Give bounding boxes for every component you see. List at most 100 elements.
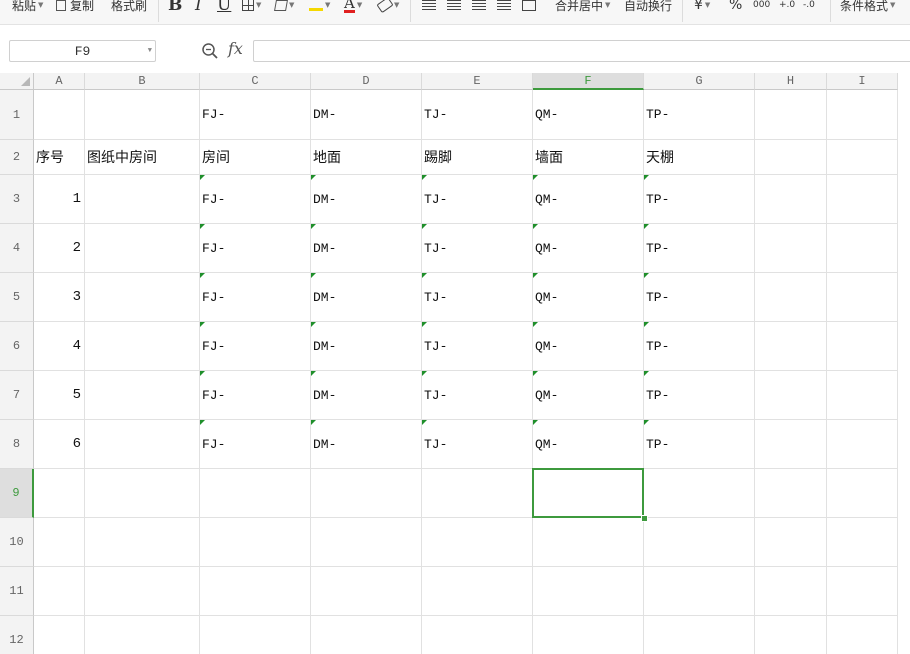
clear-button[interactable]: ▼	[376, 0, 399, 14]
fx-icon[interactable]: fx	[228, 39, 243, 58]
cell-e9[interactable]	[422, 469, 533, 518]
cell-g12[interactable]	[644, 616, 755, 654]
cell-a5[interactable]: 3	[34, 273, 85, 322]
cell-f6[interactable]: QM-	[533, 322, 644, 371]
cell-c10[interactable]	[200, 518, 311, 567]
cell-b2[interactable]: 图纸中房间	[85, 140, 200, 175]
cell-h5[interactable]	[755, 273, 827, 322]
cell-b4[interactable]	[85, 224, 200, 273]
cell-c1[interactable]: FJ-	[200, 90, 311, 140]
row-header-9[interactable]: 9	[0, 469, 34, 518]
percent-button[interactable]: %	[729, 0, 742, 14]
error-flag-icon[interactable]	[200, 322, 205, 327]
error-flag-icon[interactable]	[533, 371, 538, 376]
cell-f9[interactable]	[533, 469, 644, 518]
wrap-text-button[interactable]: 自动换行	[624, 0, 672, 14]
error-flag-icon[interactable]	[311, 273, 316, 278]
cell-h10[interactable]	[755, 518, 827, 567]
column-header-d[interactable]: D	[311, 73, 422, 90]
error-flag-icon[interactable]	[311, 322, 316, 327]
cell-f8[interactable]: QM-	[533, 420, 644, 469]
cell-a7[interactable]: 5	[34, 371, 85, 420]
cell-e10[interactable]	[422, 518, 533, 567]
cell-f11[interactable]	[533, 567, 644, 616]
cell-g11[interactable]	[644, 567, 755, 616]
column-header-i[interactable]: I	[827, 73, 898, 90]
row-header-7[interactable]: 7	[0, 371, 34, 420]
cell-c7[interactable]: FJ-	[200, 371, 311, 420]
error-flag-icon[interactable]	[422, 371, 427, 376]
cell-g8[interactable]: TP-	[644, 420, 755, 469]
cell-a4[interactable]: 2	[34, 224, 85, 273]
cell-f7[interactable]: QM-	[533, 371, 644, 420]
cell-b5[interactable]	[85, 273, 200, 322]
cell-c9[interactable]	[200, 469, 311, 518]
error-flag-icon[interactable]	[311, 224, 316, 229]
row-header-6[interactable]: 6	[0, 322, 34, 371]
cell-b11[interactable]	[85, 567, 200, 616]
decrease-decimal-button[interactable]: -.0	[803, 0, 815, 14]
cell-b3[interactable]	[85, 175, 200, 224]
error-flag-icon[interactable]	[200, 371, 205, 376]
justify-button[interactable]	[497, 0, 511, 14]
cell-i3[interactable]	[827, 175, 898, 224]
error-flag-icon[interactable]	[533, 175, 538, 180]
cell-g5[interactable]: TP-	[644, 273, 755, 322]
cell-f1[interactable]: QM-	[533, 90, 644, 140]
error-flag-icon[interactable]	[422, 175, 427, 180]
cell-e8[interactable]: TJ-	[422, 420, 533, 469]
cell-b10[interactable]	[85, 518, 200, 567]
cell-i8[interactable]	[827, 420, 898, 469]
cell-a1[interactable]	[34, 90, 85, 140]
error-flag-icon[interactable]	[644, 175, 649, 180]
cell-d6[interactable]: DM-	[311, 322, 422, 371]
cell-i1[interactable]	[827, 90, 898, 140]
copy-button[interactable]: 复制	[56, 0, 94, 14]
cell-d3[interactable]: DM-	[311, 175, 422, 224]
cell-h2[interactable]	[755, 140, 827, 175]
cell-g4[interactable]: TP-	[644, 224, 755, 273]
row-header-4[interactable]: 4	[0, 224, 34, 273]
cell-f3[interactable]: QM-	[533, 175, 644, 224]
format-painter-button[interactable]: 格式刷	[111, 0, 147, 14]
row-header-5[interactable]: 5	[0, 273, 34, 322]
error-flag-icon[interactable]	[422, 420, 427, 425]
row-header-8[interactable]: 8	[0, 420, 34, 469]
cell-a2[interactable]: 序号	[34, 140, 85, 175]
cell-e4[interactable]: TJ-	[422, 224, 533, 273]
cell-g3[interactable]: TP-	[644, 175, 755, 224]
error-flag-icon[interactable]	[422, 224, 427, 229]
cell-i12[interactable]	[827, 616, 898, 654]
cell-e3[interactable]: TJ-	[422, 175, 533, 224]
formula-input[interactable]	[253, 40, 910, 62]
error-flag-icon[interactable]	[533, 420, 538, 425]
cell-b6[interactable]	[85, 322, 200, 371]
cell-c8[interactable]: FJ-	[200, 420, 311, 469]
font-color-button[interactable]: A ▼	[344, 0, 362, 14]
cell-d7[interactable]: DM-	[311, 371, 422, 420]
merge-center-button[interactable]: 合并居中 ▼	[555, 0, 610, 14]
cell-a8[interactable]: 6	[34, 420, 85, 469]
cell-d12[interactable]	[311, 616, 422, 654]
bold-button[interactable]: B	[168, 0, 182, 15]
cell-d11[interactable]	[311, 567, 422, 616]
error-flag-icon[interactable]	[200, 420, 205, 425]
currency-button[interactable]: ¥ ▼	[694, 0, 710, 14]
error-flag-icon[interactable]	[200, 224, 205, 229]
column-header-g[interactable]: G	[644, 73, 755, 90]
cell-i4[interactable]	[827, 224, 898, 273]
cell-h9[interactable]	[755, 469, 827, 518]
row-header-12[interactable]: 12	[0, 616, 34, 654]
name-box[interactable]: F9 ▼	[9, 40, 156, 62]
cell-b1[interactable]	[85, 90, 200, 140]
cell-c6[interactable]: FJ-	[200, 322, 311, 371]
fill-handle[interactable]	[641, 515, 648, 522]
cell-f12[interactable]	[533, 616, 644, 654]
cell-d2[interactable]: 地面	[311, 140, 422, 175]
cell-h6[interactable]	[755, 322, 827, 371]
error-flag-icon[interactable]	[644, 322, 649, 327]
cell-e11[interactable]	[422, 567, 533, 616]
cell-a6[interactable]: 4	[34, 322, 85, 371]
cell-e7[interactable]: TJ-	[422, 371, 533, 420]
underline-button[interactable]: U	[217, 0, 231, 15]
